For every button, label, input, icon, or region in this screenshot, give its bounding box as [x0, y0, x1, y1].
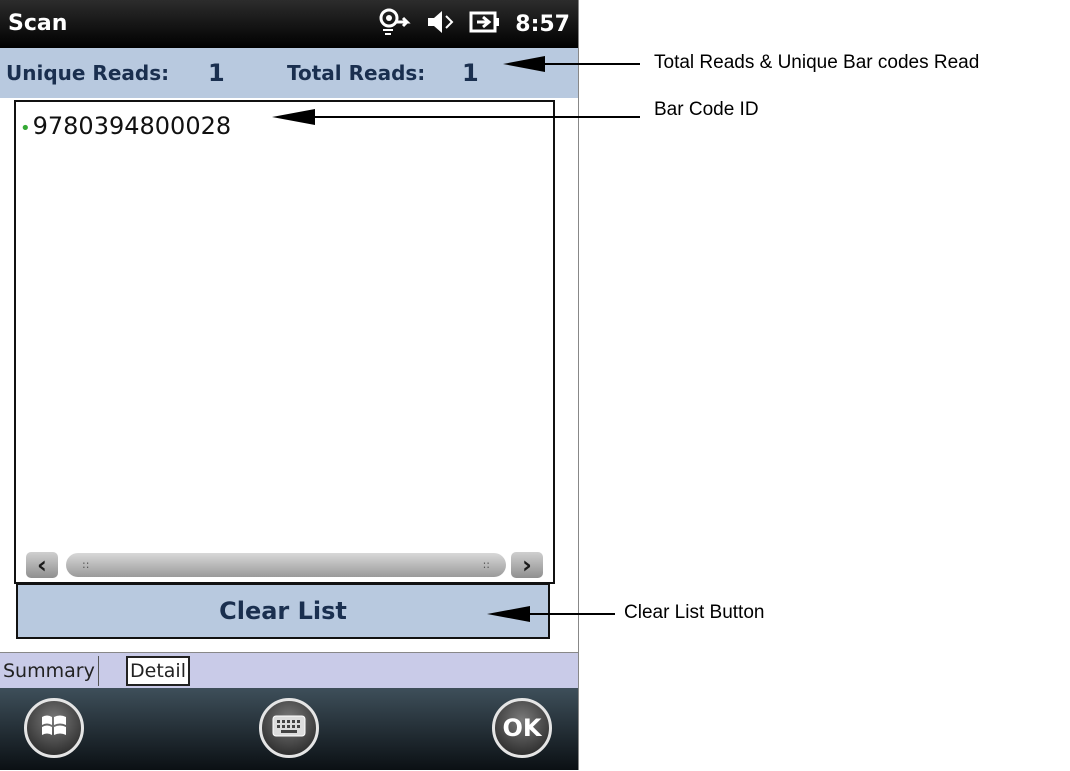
clock[interactable]: 8:57: [515, 12, 570, 37]
annotation-barcode: Bar Code ID: [654, 99, 759, 120]
list-item[interactable]: •9780394800028: [20, 112, 231, 140]
barcode-list[interactable]: •9780394800028 ‹ :: :: ›: [14, 100, 555, 584]
battery-charging-icon[interactable]: [469, 9, 501, 39]
scroll-track[interactable]: :: ::: [66, 553, 506, 577]
grip-icon: ::: [482, 558, 490, 571]
grip-icon: ::: [82, 558, 90, 571]
device-screen: Scan 8:57 Unique Reads: 1 Total Reads: 1…: [0, 0, 579, 770]
tab-summary[interactable]: Summary: [0, 656, 99, 686]
barcode-id: 9780394800028: [32, 112, 232, 140]
tab-detail[interactable]: Detail: [126, 656, 190, 686]
annotation-clear-button: Clear List Button: [624, 602, 765, 623]
unique-reads-value: 1: [208, 59, 225, 87]
app-title: Scan: [8, 11, 68, 36]
clear-list-button[interactable]: Clear List: [16, 583, 550, 639]
connectivity-icon[interactable]: [377, 6, 411, 42]
status-icons: 8:57: [377, 7, 570, 41]
ok-label: OK: [502, 714, 542, 742]
softkey-bar: OK: [0, 688, 578, 770]
read-counts-bar: Unique Reads: 1 Total Reads: 1: [0, 48, 578, 98]
total-reads-label: Total Reads:: [287, 61, 426, 85]
unique-reads-label: Unique Reads:: [6, 61, 170, 85]
horizontal-scrollbar[interactable]: ‹ :: :: ›: [18, 550, 551, 580]
bullet-icon: •: [20, 118, 31, 139]
windows-start-button[interactable]: [24, 698, 84, 758]
total-reads-value: 1: [462, 59, 479, 87]
windows-start-icon: [37, 709, 71, 747]
keyboard-icon: [272, 715, 306, 741]
tab-bar: Summary Detail: [0, 652, 578, 689]
scroll-left-button[interactable]: ‹: [26, 552, 58, 578]
keyboard-button[interactable]: [259, 698, 319, 758]
scroll-right-button[interactable]: ›: [511, 552, 543, 578]
annotation-reads: Total Reads & Unique Bar codes Read: [654, 52, 980, 73]
speaker-mute-icon[interactable]: [425, 7, 455, 41]
ok-button[interactable]: OK: [492, 698, 552, 758]
title-bar: Scan 8:57: [0, 0, 578, 48]
